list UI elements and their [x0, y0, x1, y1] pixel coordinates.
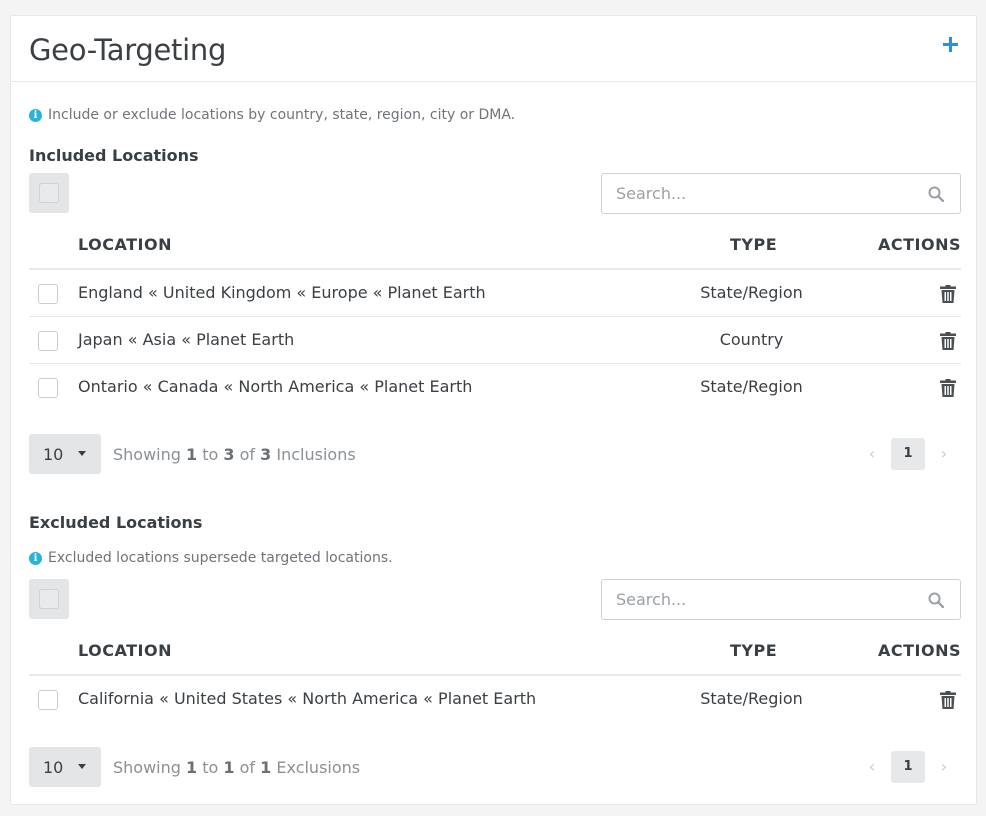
included-bulk-select[interactable] — [29, 173, 69, 213]
column-header-location[interactable]: LOCATION — [78, 235, 172, 254]
chevron-right-icon[interactable]: › — [937, 444, 951, 464]
excluded-info-text: Excluded locations supersede targeted lo… — [48, 550, 393, 566]
page-button-current[interactable]: 1 — [891, 438, 925, 470]
trash-icon[interactable] — [940, 332, 956, 350]
column-header-actions: ACTIONS — [877, 641, 961, 660]
column-header-type[interactable]: TYPE — [730, 235, 777, 254]
per-page-select[interactable]: 10 — [29, 434, 101, 474]
type-cell: Country — [719, 330, 784, 349]
excluded-pagination: 10 Showing 1 to 1 of 1 Exclusions ‹ 1 › — [29, 747, 961, 787]
card-header: Geo-Targeting — [11, 16, 976, 82]
info-icon: i — [29, 551, 42, 565]
caret-down-icon — [78, 451, 86, 456]
search-icon[interactable] — [928, 592, 944, 608]
showing-summary: Showing 1 to 1 of 1 Exclusions — [113, 758, 361, 777]
per-page-select[interactable]: 10 — [29, 747, 101, 787]
page-button-current[interactable]: 1 — [891, 751, 925, 783]
location-cell: California « United States « North Ameri… — [78, 689, 537, 708]
table-header: LOCATION TYPE ACTIONS — [29, 629, 961, 676]
location-cell: Ontario « Canada « North America « Plane… — [78, 377, 473, 396]
info-message: i Include or exclude locations by countr… — [29, 107, 515, 123]
per-page-value: 10 — [43, 445, 64, 464]
geo-targeting-card: Geo-Targeting i Include or exclude locat… — [10, 15, 977, 805]
included-locations-table: LOCATION TYPE ACTIONS England « United K… — [29, 223, 961, 411]
type-cell: State/Region — [700, 377, 803, 396]
trash-icon[interactable] — [940, 285, 956, 303]
page-title: Geo-Targeting — [29, 33, 227, 67]
table-row: Ontario « Canada « North America « Plane… — [29, 364, 961, 411]
per-page-value: 10 — [43, 758, 64, 777]
location-cell: Japan « Asia « Planet Earth — [78, 330, 295, 349]
chevron-left-icon[interactable]: ‹ — [865, 444, 879, 464]
type-cell: State/Region — [700, 283, 803, 302]
type-cell: State/Region — [700, 689, 803, 708]
row-checkbox[interactable] — [38, 284, 58, 304]
bulk-checkbox[interactable] — [39, 183, 59, 203]
column-header-type[interactable]: TYPE — [730, 641, 777, 660]
info-icon: i — [29, 108, 42, 122]
excluded-locations-title: Excluded Locations — [29, 513, 203, 532]
table-row: California « United States « North Ameri… — [29, 676, 961, 723]
trash-icon[interactable] — [940, 691, 956, 709]
excluded-info-message: i Excluded locations supersede targeted … — [29, 550, 393, 566]
excluded-bulk-select[interactable] — [29, 579, 69, 619]
chevron-right-icon[interactable]: › — [937, 757, 951, 777]
trash-icon[interactable] — [940, 379, 956, 397]
chevron-left-icon[interactable]: ‹ — [865, 757, 879, 777]
column-header-location[interactable]: LOCATION — [78, 641, 172, 660]
table-header: LOCATION TYPE ACTIONS — [29, 223, 961, 270]
excluded-locations-table: LOCATION TYPE ACTIONS California « Unite… — [29, 629, 961, 723]
table-row: England « United Kingdom « Europe « Plan… — [29, 270, 961, 317]
location-cell: England « United Kingdom « Europe « Plan… — [78, 283, 486, 302]
plus-icon[interactable] — [942, 36, 960, 54]
info-text: Include or exclude locations by country,… — [48, 107, 516, 123]
included-search-input[interactable] — [601, 173, 961, 214]
column-header-actions: ACTIONS — [877, 235, 961, 254]
included-pagination: 10 Showing 1 to 3 of 3 Inclusions ‹ 1 › — [29, 434, 961, 474]
excluded-search-field[interactable] — [616, 580, 916, 618]
caret-down-icon — [78, 764, 86, 769]
bulk-checkbox[interactable] — [39, 589, 59, 609]
included-search-field[interactable] — [616, 174, 916, 212]
row-checkbox[interactable] — [38, 690, 58, 710]
row-checkbox[interactable] — [38, 378, 58, 398]
table-row: Japan « Asia « Planet Earth Country — [29, 317, 961, 364]
search-icon[interactable] — [928, 186, 944, 202]
row-checkbox[interactable] — [38, 331, 58, 351]
excluded-search-input[interactable] — [601, 579, 961, 620]
included-locations-title: Included Locations — [29, 146, 199, 165]
showing-summary: Showing 1 to 3 of 3 Inclusions — [113, 445, 356, 464]
